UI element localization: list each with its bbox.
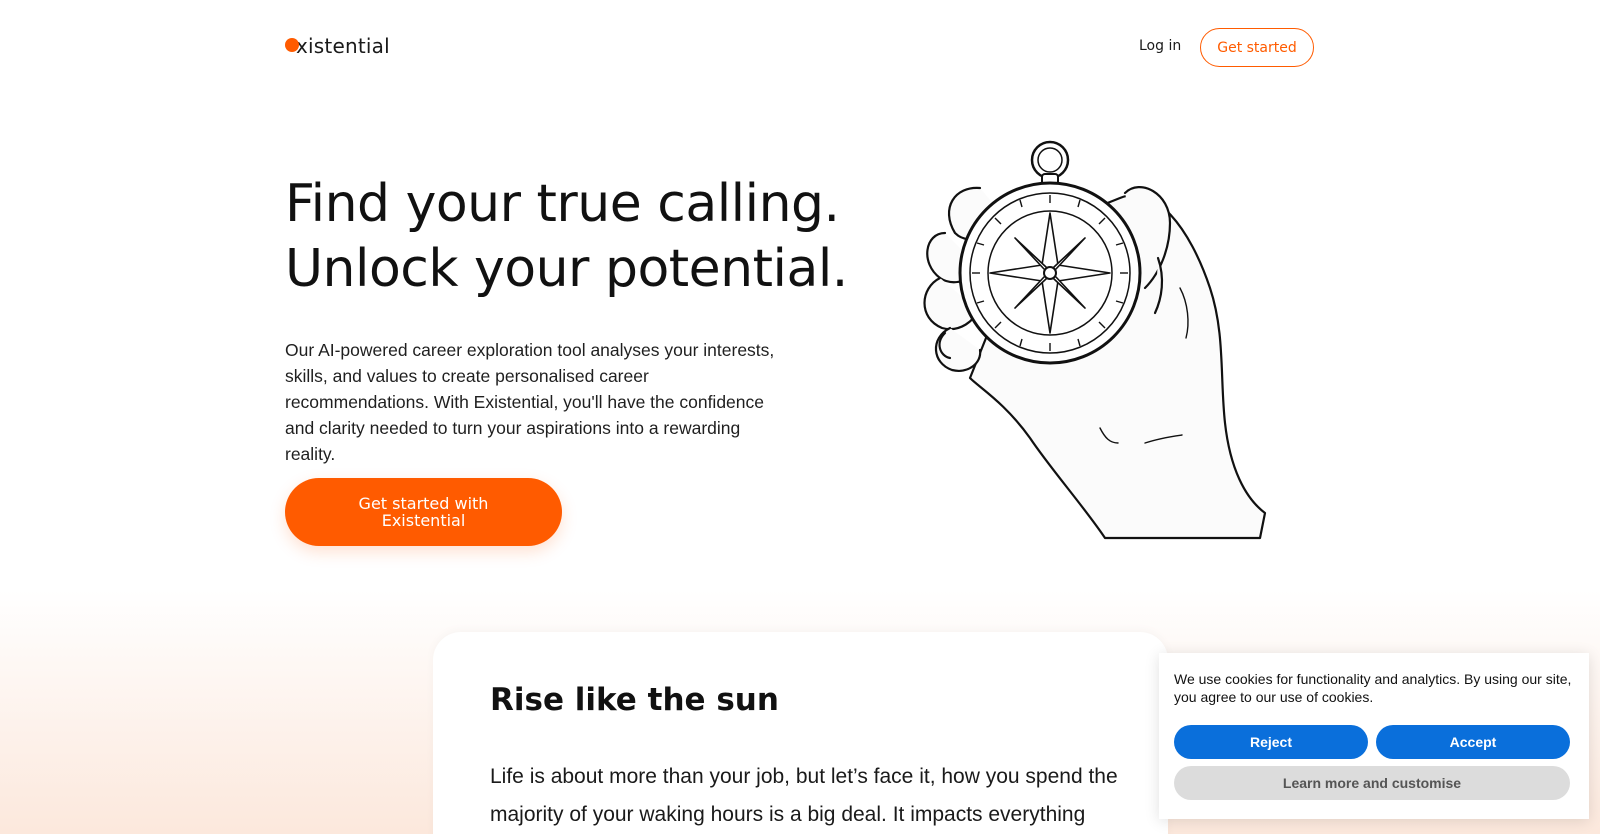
get-started-with-existential-button[interactable]: Get started with Existential — [285, 478, 562, 546]
hero-title-line-1: Find your true calling. — [285, 174, 840, 234]
cookie-banner: We use cookies for functionality and ana… — [1159, 653, 1589, 819]
hero-description: Our AI-powered career exploration tool a… — [285, 340, 775, 464]
login-link[interactable]: Log in — [1139, 38, 1181, 54]
section-title: Rise like the sun — [490, 682, 779, 718]
reject-cookies-button[interactable]: Reject — [1174, 725, 1368, 759]
accept-cookies-button[interactable]: Accept — [1376, 725, 1570, 759]
hand-holding-compass-icon — [923, 140, 1267, 540]
hero-title-line-2: Unlock your potential. — [285, 239, 848, 299]
logo-mark-icon — [285, 38, 299, 52]
section-text: Life is about more than your job, but le… — [490, 765, 1118, 826]
logo-text: xistential — [296, 34, 390, 58]
content-card: Rise like the sun Life is about more tha… — [433, 632, 1168, 834]
cookie-message: We use cookies for functionality and ana… — [1174, 671, 1572, 705]
get-started-button[interactable]: Get started — [1200, 28, 1314, 67]
site-header: xistential Log in Get started — [0, 0, 1600, 96]
hero-title: Find your true calling. Unlock your pote… — [285, 172, 848, 302]
hero-cta-label: Get started with Existential — [358, 494, 489, 530]
logo[interactable]: xistential — [285, 34, 390, 58]
learn-more-customise-button[interactable]: Learn more and customise — [1174, 766, 1570, 800]
